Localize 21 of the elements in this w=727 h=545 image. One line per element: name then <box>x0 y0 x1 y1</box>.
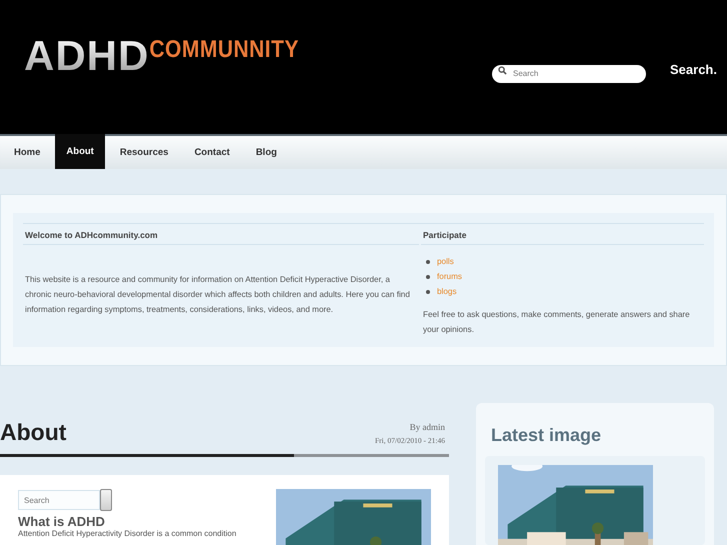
bullet-icon <box>426 260 430 264</box>
participate-text: Feel free to ask questions, make comments, generate answers and share your opinions. <box>423 309 691 336</box>
search-field[interactable]: Search <box>492 64 646 82</box>
nav-tab[interactable]: Contact <box>183 136 241 169</box>
search-button[interactable] <box>100 489 112 511</box>
search-link[interactable]: Search. <box>670 62 717 77</box>
sidebar-title: Latest image <box>491 425 602 446</box>
section-title: Participate <box>421 224 704 245</box>
bullet-icon <box>426 290 430 294</box>
bullet-icon <box>426 274 430 278</box>
nav-tab[interactable]: About <box>55 134 105 169</box>
nav-tab[interactable]: Home <box>3 136 52 169</box>
section-title: Welcome to ADHcommunity.com <box>23 224 419 245</box>
article-text: Attention Deficit Hyperactivity Disorder is a common condition <box>18 529 236 538</box>
welcome-text: This website is a resource and community for information on Attention Deficit Hyperactive Disorder, a chronic neuro-behavioral developmental disorder which affects both children and adults. Here you can find information regarding symptoms, treatments, considerations, links, videos, and more. <box>25 274 411 316</box>
nav-tab[interactable]: Blog <box>244 136 288 169</box>
article-heading: What is ADHD <box>18 514 106 529</box>
page-title: About <box>0 421 66 447</box>
search-field[interactable]: Search <box>18 490 100 510</box>
nav-tab[interactable]: Resources <box>108 136 180 169</box>
author-text: By admin <box>408 421 445 434</box>
